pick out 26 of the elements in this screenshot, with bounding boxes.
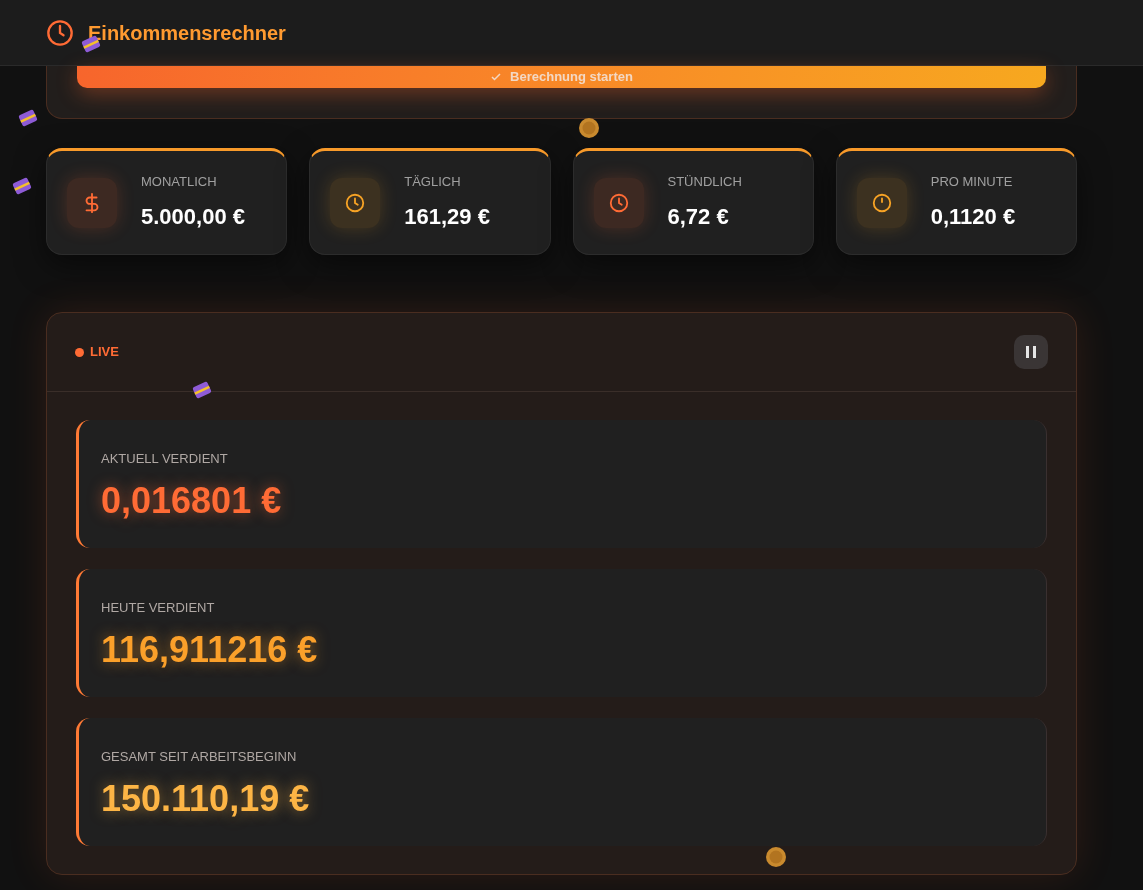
live-status: LIVE <box>90 343 119 362</box>
stat-label: TÄGLICH <box>404 173 462 192</box>
pause-button[interactable] <box>1014 335 1048 369</box>
stat-value: 161,29 € <box>404 202 490 231</box>
stat-value: 5.000,00 € <box>141 202 245 231</box>
counter-value: 0,016801 € <box>101 482 283 519</box>
start-button[interactable]: Berechnung starten <box>77 66 1046 88</box>
counter-value: 116,911216 € <box>101 631 319 668</box>
clock-icon <box>344 191 367 214</box>
counter-label: HEUTE VERDIENT <box>101 599 216 618</box>
app-title: Einkommensrechner <box>88 20 286 46</box>
stat-value: 6,72 € <box>667 202 730 231</box>
check-icon <box>490 71 503 83</box>
counter-label: GESAMT SEIT ARBEITSBEGINN <box>101 748 298 767</box>
stat-label: STÜNDLICH <box>667 173 742 192</box>
counter-value: 150.110,19 € <box>101 780 311 817</box>
clock-icon <box>46 18 74 47</box>
stat-value: 0,1120 € <box>930 202 1016 231</box>
stat-label: PRO MINUTE <box>930 173 1014 192</box>
clock-icon <box>607 191 630 214</box>
coin-icon <box>765 846 787 868</box>
pause-icon <box>1025 345 1037 359</box>
timer-icon <box>870 191 893 214</box>
counter-label: AKTUELL VERDIENT <box>101 450 229 469</box>
stat-label: MONATLICH <box>141 173 218 192</box>
coin-icon <box>578 117 600 139</box>
